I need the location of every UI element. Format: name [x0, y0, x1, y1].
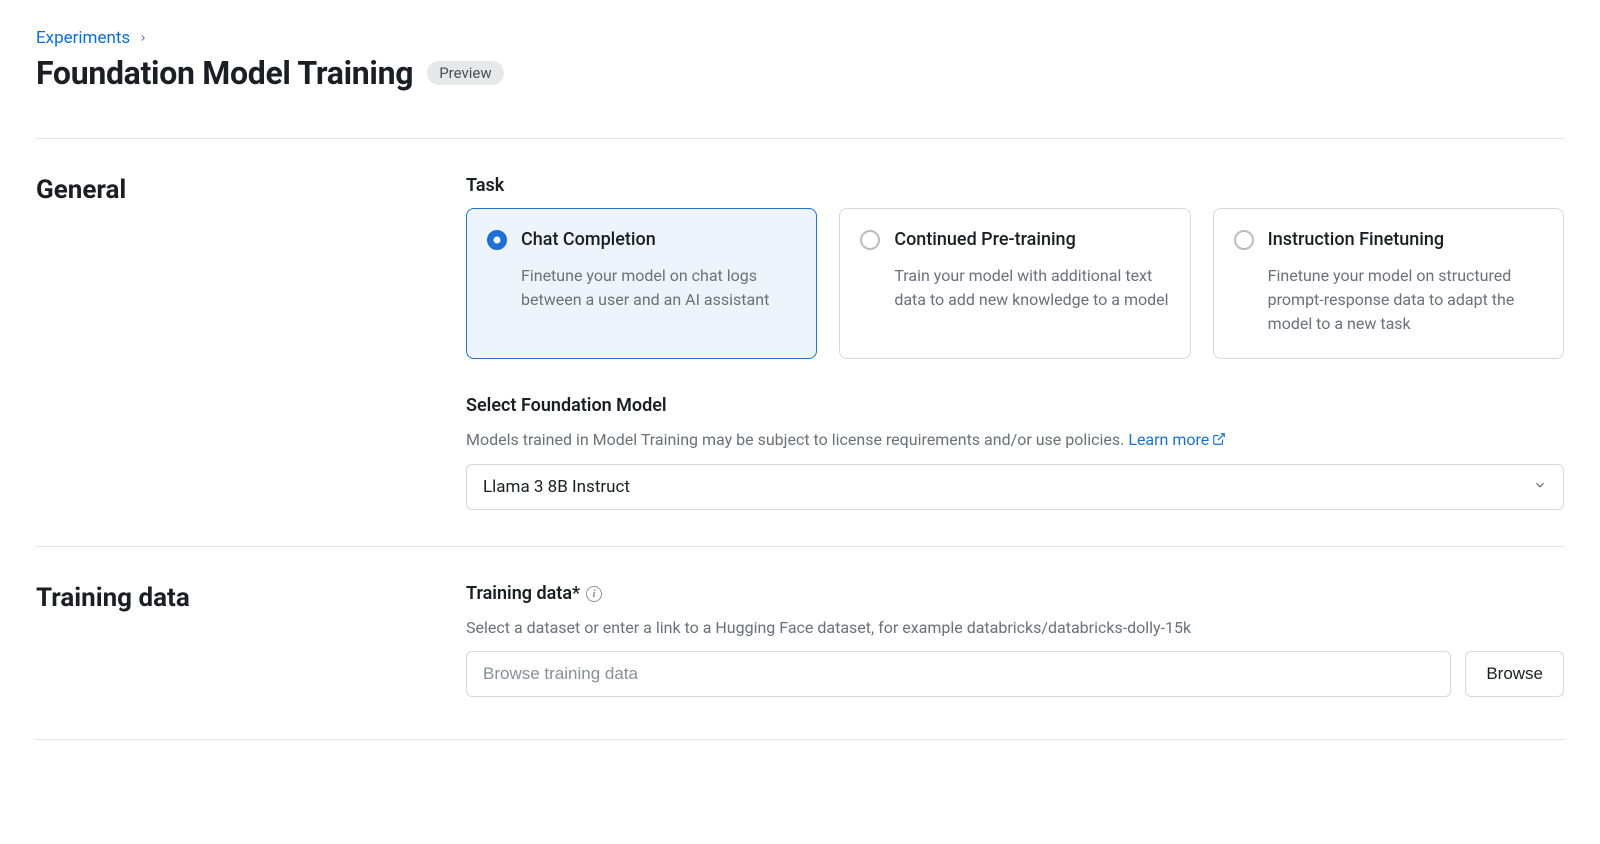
- field-training-data: Training data* i Select a dataset or ent…: [466, 583, 1564, 697]
- chevron-right-icon: [138, 29, 148, 47]
- radio-icon: [1234, 230, 1254, 250]
- task-card-desc: Train your model with additional text da…: [860, 264, 1169, 312]
- task-card-instruction-finetuning[interactable]: Instruction Finetuning Finetune your mod…: [1213, 208, 1564, 359]
- foundation-model-desc: Models trained in Model Training may be …: [466, 428, 1564, 452]
- section-heading-training-data: Training data: [36, 583, 456, 613]
- page-title: Foundation Model Training: [36, 54, 413, 92]
- training-data-input[interactable]: [466, 651, 1451, 697]
- title-row: Foundation Model Training Preview: [36, 54, 1564, 92]
- learn-more-link[interactable]: Learn more: [1128, 430, 1226, 449]
- task-label: Task: [466, 175, 1564, 196]
- foundation-model-select[interactable]: Llama 3 8B Instruct: [466, 464, 1564, 510]
- field-task: Task Chat Completion Finetune your model…: [466, 175, 1564, 359]
- training-data-desc: Select a dataset or enter a link to a Hu…: [466, 616, 1564, 639]
- task-cards: Chat Completion Finetune your model on c…: [466, 208, 1564, 359]
- divider: [36, 739, 1564, 740]
- breadcrumb-experiments-link[interactable]: Experiments: [36, 28, 130, 48]
- foundation-model-selected-value: Llama 3 8B Instruct: [483, 477, 630, 497]
- external-link-icon: [1212, 429, 1226, 452]
- task-card-title: Chat Completion: [521, 229, 656, 250]
- radio-icon: [860, 230, 880, 250]
- task-card-title: Continued Pre-training: [894, 229, 1075, 250]
- section-general: General Task Chat Completion Finetune yo…: [36, 138, 1564, 546]
- info-icon[interactable]: i: [586, 586, 602, 602]
- foundation-model-label: Select Foundation Model: [466, 395, 1564, 416]
- task-card-title: Instruction Finetuning: [1268, 229, 1444, 250]
- browse-button[interactable]: Browse: [1465, 651, 1564, 697]
- radio-icon: [487, 230, 507, 250]
- task-card-desc: Finetune your model on structured prompt…: [1234, 264, 1543, 336]
- field-foundation-model: Select Foundation Model Models trained i…: [466, 395, 1564, 510]
- chevron-down-icon: [1533, 477, 1547, 497]
- preview-badge: Preview: [427, 61, 503, 85]
- breadcrumb: Experiments: [36, 28, 1564, 48]
- foundation-model-desc-text: Models trained in Model Training may be …: [466, 430, 1128, 449]
- section-training-data: Training data Training data* i Select a …: [36, 546, 1564, 733]
- task-card-chat-completion[interactable]: Chat Completion Finetune your model on c…: [466, 208, 817, 359]
- training-data-label: Training data* i: [466, 583, 1564, 604]
- task-card-desc: Finetune your model on chat logs between…: [487, 264, 796, 312]
- task-card-continued-pretraining[interactable]: Continued Pre-training Train your model …: [839, 208, 1190, 359]
- section-heading-general: General: [36, 175, 456, 205]
